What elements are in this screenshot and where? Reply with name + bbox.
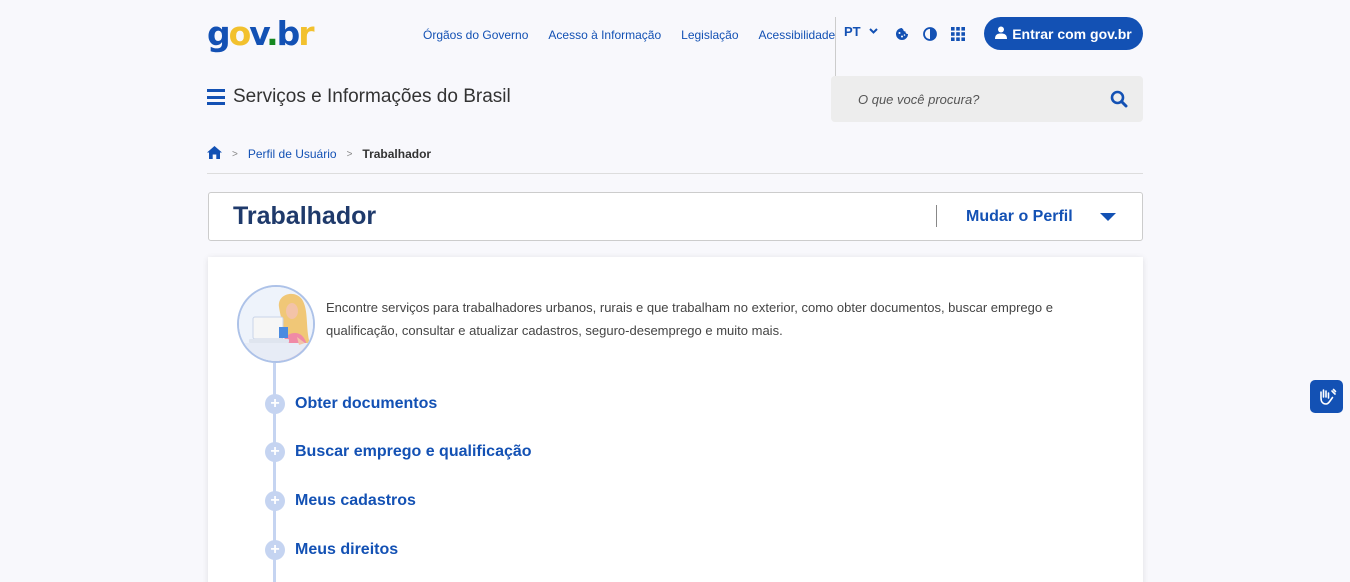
login-label: Entrar com gov.br (1012, 25, 1132, 42)
breadcrumb-current: Trabalhador (362, 147, 432, 161)
plus-icon: + (265, 442, 285, 462)
search-icon[interactable] (1110, 90, 1128, 108)
category-label: Meus direitos (295, 541, 399, 558)
profile-selector: Trabalhador Mudar o Perfil (208, 192, 1143, 241)
chevron-down-icon (868, 26, 878, 37)
nav-link-legislacao[interactable]: Legislação (681, 28, 738, 42)
breadcrumb-separator: > (346, 148, 353, 160)
apps-grid-icon[interactable] (950, 26, 966, 42)
vlibras-hands-icon[interactable] (1310, 380, 1343, 413)
search-box (831, 76, 1143, 122)
profile-content-card: Encontre serviços para trabalhadores urb… (208, 257, 1143, 582)
contrast-icon[interactable] (922, 26, 938, 42)
category-obter-documentos[interactable]: + Obter documentos (265, 394, 437, 414)
login-button[interactable]: Entrar com gov.br (984, 17, 1143, 50)
category-label: Buscar emprego e qualificação (295, 443, 532, 460)
profile-divider (936, 205, 937, 227)
cookie-icon[interactable] (894, 26, 910, 42)
nav-link-acessibilidade[interactable]: Acessibilidade (759, 28, 836, 42)
search-input[interactable] (831, 76, 1110, 122)
site-title[interactable]: Serviços e Informações do Brasil (233, 86, 511, 108)
category-buscar-emprego[interactable]: + Buscar emprego e qualificação (265, 442, 532, 462)
plus-icon: + (265, 491, 285, 511)
breadcrumb-perfil-usuario[interactable]: Perfil de Usuário (248, 147, 337, 161)
category-meus-direitos[interactable]: + Meus direitos (265, 540, 398, 560)
caret-down-icon[interactable] (1100, 213, 1116, 221)
home-icon[interactable] (207, 146, 222, 162)
site-header-row: Serviços e Informações do Brasil (207, 86, 511, 108)
category-label: Meus cadastros (295, 492, 416, 509)
breadcrumb-separator: > (232, 148, 238, 160)
intro-text: Encontre serviços para trabalhadores urb… (326, 300, 1053, 338)
divider (207, 173, 1143, 174)
nav-link-acesso-informacao[interactable]: Acesso à Informação (548, 28, 661, 42)
nav-link-orgaos[interactable]: Órgãos do Governo (423, 28, 528, 42)
language-selector[interactable]: PT (844, 24, 878, 39)
worker-illustration (237, 285, 315, 363)
header-divider (835, 17, 836, 77)
govbr-logo[interactable]: gov.br (207, 14, 315, 54)
page-title: Trabalhador (233, 202, 377, 230)
change-profile-button[interactable]: Mudar o Perfil (966, 208, 1073, 226)
top-navigation: Órgãos do Governo Acesso à Informação Le… (423, 26, 835, 44)
plus-icon: + (265, 540, 285, 560)
user-icon (995, 26, 1008, 42)
plus-icon: + (265, 394, 285, 414)
category-meus-cadastros[interactable]: + Meus cadastros (265, 491, 416, 511)
hamburger-menu-icon[interactable] (207, 89, 225, 105)
language-label: PT (844, 24, 861, 39)
category-label: Obter documentos (295, 395, 438, 412)
breadcrumb: > Perfil de Usuário > Trabalhador (207, 146, 431, 162)
